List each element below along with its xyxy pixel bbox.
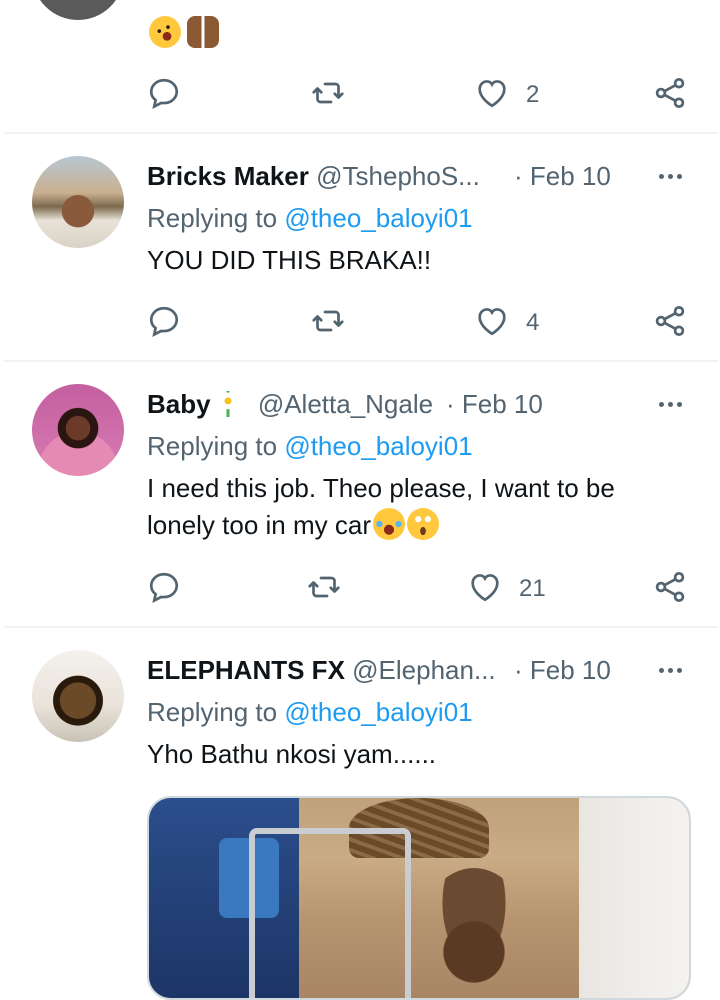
rolling-on-floor-laughing-emoji (143, 10, 187, 54)
more-options-icon[interactable] (654, 388, 686, 420)
tweet-author[interactable]: ELEPHANTS FX @Elephan... (147, 654, 496, 686)
face-with-tears-of-joy-emoji (372, 508, 405, 540)
handle: @Aletta_Ngale (257, 389, 434, 419)
reply-icon[interactable] (146, 75, 182, 111)
tweet-emoji-text (143, 10, 220, 54)
replying-prefix: Replying to (147, 203, 285, 233)
more-options-icon[interactable] (654, 160, 686, 192)
retweet-icon[interactable] (306, 569, 342, 605)
replying-prefix: Replying to (147, 431, 285, 461)
like-count: 4 (526, 309, 540, 336)
replying-prefix: Replying to (147, 697, 285, 727)
tweet-author[interactable]: Baby @Aletta_Ngale (147, 388, 433, 420)
divider (4, 360, 718, 362)
like-count: 21 (519, 575, 546, 602)
media-scene-house (579, 798, 689, 998)
retweet-icon[interactable] (310, 75, 346, 111)
like-icon[interactable] (474, 75, 510, 111)
media-scene-walker (249, 828, 411, 998)
avatar[interactable] (32, 0, 124, 20)
share-icon[interactable] (652, 569, 688, 605)
raised-hands-emoji (187, 16, 220, 48)
replying-to: Replying to @theo_baloyi01 (147, 202, 473, 234)
like-icon[interactable] (474, 303, 510, 339)
tweet-text: YOU DID THIS BRAKA!! (147, 245, 432, 275)
tweet-date[interactable]: · Feb 10 (514, 160, 611, 192)
avatar[interactable] (32, 384, 124, 476)
more-options-icon[interactable] (654, 654, 686, 686)
replying-to: Replying to @theo_baloyi01 (147, 430, 473, 462)
mention-link[interactable]: @theo_baloyi01 (284, 431, 472, 461)
reply-icon[interactable] (146, 569, 182, 605)
retweet-icon[interactable] (310, 303, 346, 339)
handle: @TshephoS... (316, 161, 480, 191)
media-scene-person (419, 868, 529, 998)
tweet-text: I need this job. Theo please, I want to … (147, 470, 687, 544)
divider (4, 626, 718, 628)
mention-link[interactable]: @theo_baloyi01 (284, 697, 472, 727)
tweet-date[interactable]: · Feb 10 (514, 654, 611, 686)
divider (4, 132, 718, 134)
tweet-media-image[interactable] (147, 796, 691, 1000)
share-icon[interactable] (652, 75, 688, 111)
display-name: Baby (147, 389, 211, 419)
reply-icon[interactable] (146, 303, 182, 339)
like-count: 2 (526, 81, 540, 108)
avatar[interactable] (32, 650, 124, 742)
tweet-author[interactable]: Bricks Maker @TshephoS... (147, 160, 480, 192)
face-with-rolling-eyes-emoji (406, 508, 439, 540)
handle: @Elephan... (352, 655, 496, 685)
display-name: ELEPHANTS FX (147, 655, 345, 685)
share-icon[interactable] (652, 303, 688, 339)
blossom-flower-emoji (214, 391, 241, 417)
mention-link[interactable]: @theo_baloyi01 (284, 203, 472, 233)
display-name: Bricks Maker (147, 161, 309, 191)
avatar[interactable] (32, 156, 124, 248)
tweet-text: Yho Bathu nkosi yam...... (147, 739, 437, 769)
replying-to: Replying to @theo_baloyi01 (147, 696, 473, 728)
like-icon[interactable] (467, 569, 503, 605)
tweet-date[interactable]: · Feb 10 (446, 388, 543, 420)
